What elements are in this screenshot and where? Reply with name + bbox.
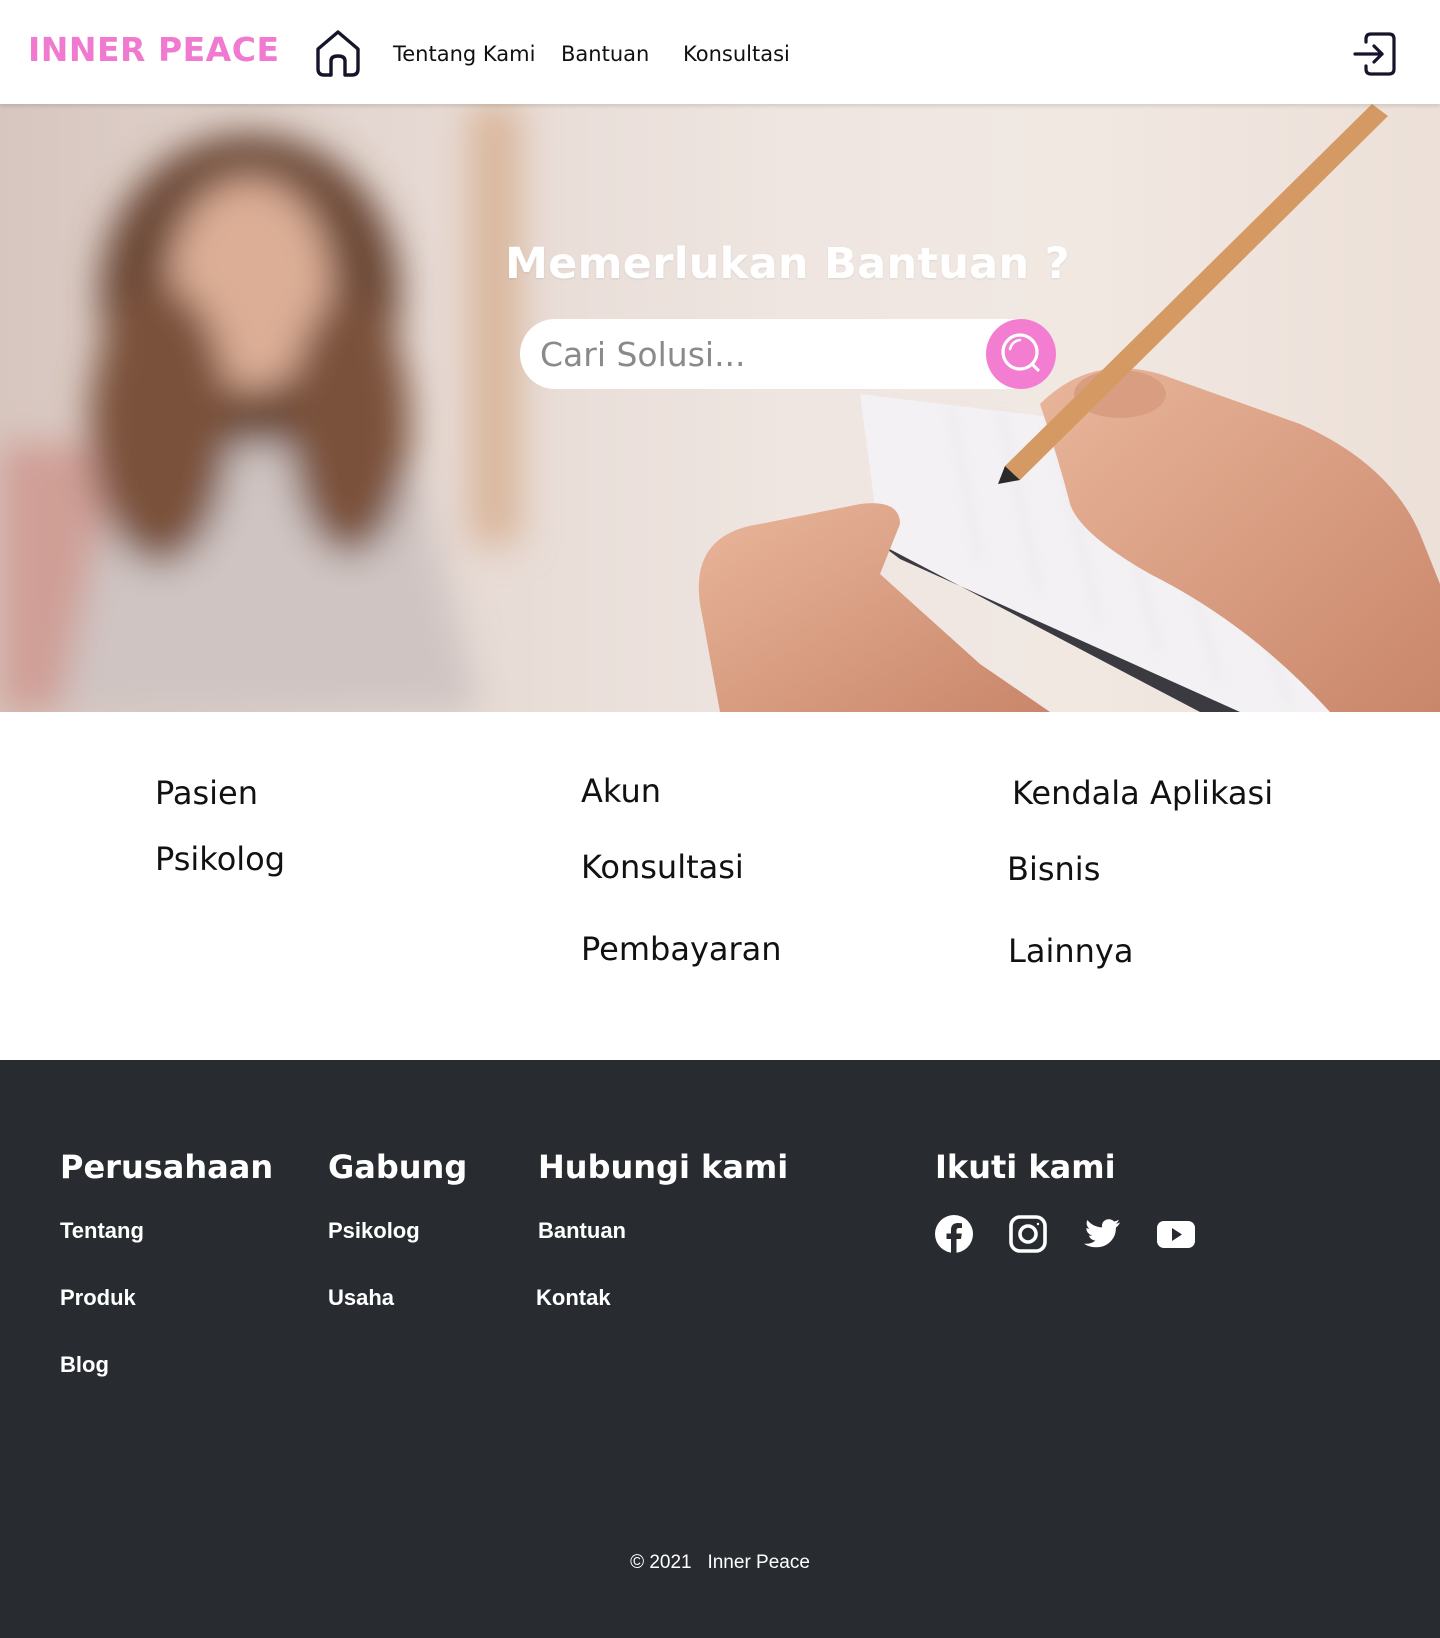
footer-link-bantuan[interactable]: Bantuan [538,1218,626,1244]
footer-link-tentang[interactable]: Tentang [60,1218,144,1244]
login-icon [1352,30,1398,78]
brand-logo[interactable]: INNER PEACE [28,30,280,69]
site-footer: Perusahaan Tentang Produk Blog Gabung Ps… [0,1060,1440,1638]
footer-heading-hubungi-kami: Hubungi kami [538,1148,789,1186]
hero-photo [0,104,1440,712]
instagram-link[interactable] [1008,1214,1048,1254]
copyright-text: © 2021 Inner Peace [630,1552,810,1573]
twitter-link[interactable] [1082,1214,1122,1254]
home-button[interactable] [314,28,362,78]
footer-link-produk[interactable]: Produk [60,1285,136,1311]
search-input[interactable] [540,327,980,381]
nav-tentang-kami[interactable]: Tentang Kami [393,42,535,66]
youtube-link[interactable] [1156,1214,1196,1254]
footer-heading-gabung: Gabung [328,1148,468,1186]
footer-link-usaha[interactable]: Usaha [328,1285,394,1311]
category-konsultasi[interactable]: Konsultasi [581,848,744,886]
search-button[interactable] [986,319,1056,389]
footer-link-kontak[interactable]: Kontak [536,1285,611,1311]
hero-banner: Memerlukan Bantuan ? [0,104,1440,712]
top-navbar: INNER PEACE Tentang Kami Bantuan Konsult… [0,0,1440,104]
search-bar [520,319,1056,389]
category-lainnya[interactable]: Lainnya [1008,932,1133,970]
category-psikolog[interactable]: Psikolog [155,840,285,878]
category-bisnis[interactable]: Bisnis [1007,850,1100,888]
home-icon [314,28,362,78]
category-akun[interactable]: Akun [581,772,661,810]
youtube-icon [1156,1214,1196,1254]
hero-title: Memerlukan Bantuan ? [505,239,1070,289]
twitter-icon [1082,1214,1122,1254]
search-icon [986,319,1056,389]
instagram-icon [1008,1214,1048,1254]
facebook-link[interactable] [934,1214,974,1254]
nav-bantuan[interactable]: Bantuan [561,42,649,66]
category-pembayaran[interactable]: Pembayaran [581,930,782,968]
category-pasien[interactable]: Pasien [155,774,258,812]
footer-heading-ikuti-kami: Ikuti kami [935,1148,1116,1186]
facebook-icon [934,1214,974,1254]
footer-link-psikolog[interactable]: Psikolog [328,1218,420,1244]
nav-konsultasi[interactable]: Konsultasi [683,42,790,66]
footer-heading-perusahaan: Perusahaan [60,1148,274,1186]
login-button[interactable] [1352,30,1398,78]
footer-link-blog[interactable]: Blog [60,1352,109,1378]
category-kendala-aplikasi[interactable]: Kendala Aplikasi [1012,774,1273,812]
help-categories: Pasien Psikolog Akun Konsultasi Pembayar… [0,712,1440,1060]
